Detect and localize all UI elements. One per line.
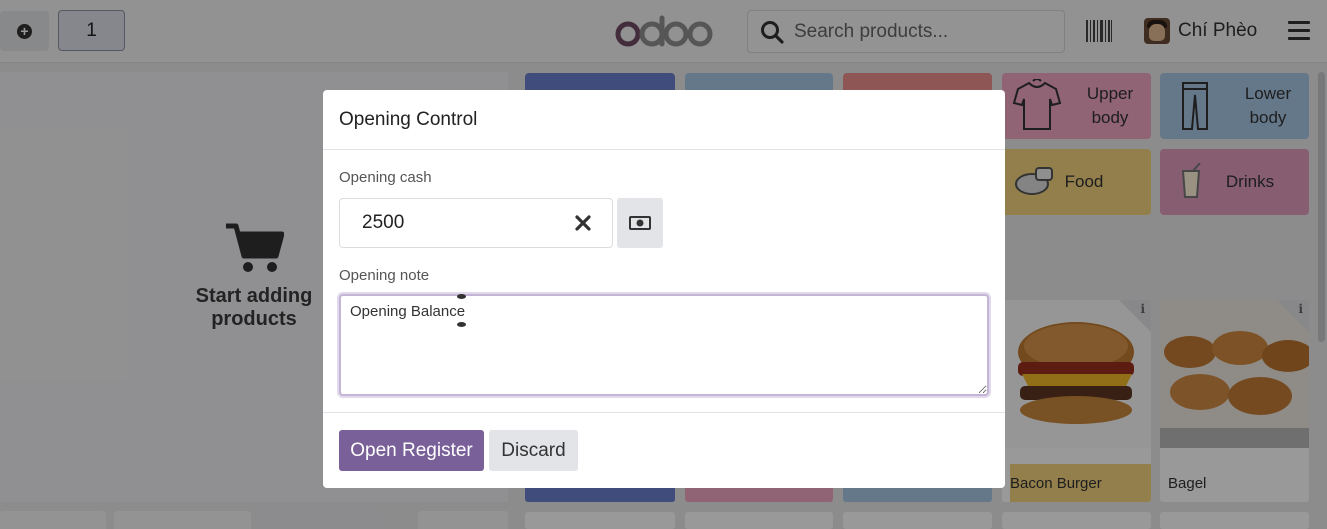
opening-note-label: Opening note [339, 267, 430, 284]
clear-icon[interactable] [574, 214, 592, 232]
dialog-title: Opening Control [339, 109, 478, 130]
divider [323, 412, 1005, 413]
money-icon [629, 216, 651, 230]
opening-cash-label: Opening cash [339, 169, 432, 186]
discard-button[interactable]: Discard [489, 430, 578, 471]
open-register-button[interactable]: Open Register [339, 430, 484, 471]
divider [323, 149, 1005, 150]
text-cursor [457, 294, 466, 299]
opening-note-textarea[interactable]: Opening Balance [339, 294, 989, 396]
opening-cash-input[interactable] [362, 212, 562, 234]
opening-control-dialog: Opening Control Opening cash Opening not… [323, 90, 1005, 488]
opening-cash-field[interactable] [339, 198, 613, 248]
text-cursor [457, 322, 466, 327]
cash-details-button[interactable] [617, 198, 663, 248]
